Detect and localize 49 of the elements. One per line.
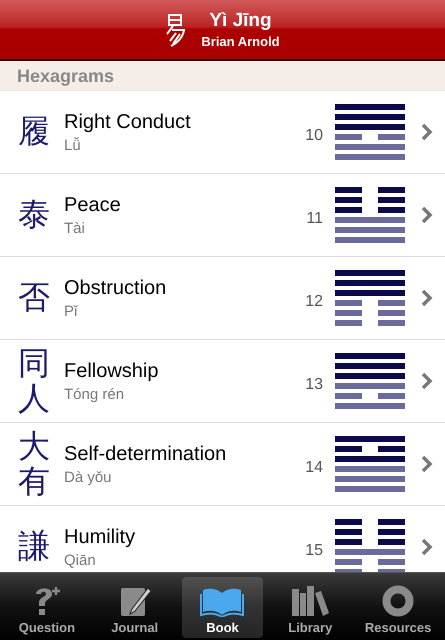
pinyin: Qiān [64, 552, 97, 568]
tab-button[interactable]: Library [269, 577, 352, 638]
chinese-character: 同人 [17, 346, 51, 416]
hexagram-name: Peace [64, 194, 122, 216]
hexagram-number: 12 [305, 293, 323, 311]
logo-icon [165, 12, 188, 48]
hexagram-number: 13 [305, 376, 323, 394]
pinyin: Tóng rén [64, 386, 126, 402]
hexagram-symbol [335, 187, 405, 243]
life-ring-icon [381, 585, 416, 617]
pinyin: Dà yǒu [64, 468, 113, 486]
hexagram-name: Fellowship [64, 360, 160, 382]
chevron-icon [421, 455, 433, 473]
chevron-icon [421, 372, 433, 390]
pinyin: Pǐ [64, 302, 79, 320]
chinese-character: 謙 [17, 529, 51, 565]
pinyin: Lǚ [64, 136, 82, 154]
tab-button[interactable]: Journal [94, 577, 176, 638]
hexagram-symbol [335, 270, 405, 326]
hexagram-symbol [335, 519, 405, 572]
tab-button[interactable]: Book [182, 577, 264, 638]
tab-button[interactable]: Resources [357, 577, 439, 638]
hexagram-symbol [335, 104, 405, 160]
chinese-character: 大有 [17, 428, 51, 500]
tab-button[interactable]: Question [6, 577, 88, 638]
hexagram-symbol [335, 353, 405, 409]
chevron-icon [421, 289, 433, 307]
chinese-character: 泰 [17, 197, 51, 233]
section-title: Hexagrams [17, 66, 114, 87]
author-name: Brian Arnold [201, 34, 280, 49]
hexagram-number: 11 [306, 210, 323, 228]
app-title: Yì Jīng [209, 10, 272, 32]
hexagram-name: Humility [64, 526, 136, 548]
hexagram-number: 10 [305, 127, 323, 145]
hexagram-number: 14 [305, 459, 323, 477]
pinyin: Tài [64, 220, 86, 236]
hexagram-name: Obstruction [64, 276, 168, 300]
chevron-icon [421, 206, 433, 224]
books-icon [290, 585, 330, 617]
chinese-character: 否 [17, 280, 51, 316]
hexagram-number: 15 [305, 542, 323, 560]
hexagram-row[interactable]: 大有 Self-determination Dà yǒu 14 [0, 423, 445, 506]
chevron-icon [421, 123, 433, 141]
hexagram-symbol [335, 436, 405, 492]
chinese-character: 履 [17, 114, 51, 150]
hexagram-name: Self-determination [64, 442, 228, 466]
chevron-icon [421, 538, 433, 556]
hexagram-name: Right Conduct [64, 110, 192, 134]
hexagram-row[interactable]: 同人 Fellowship Tóng rén 13 [0, 340, 445, 423]
